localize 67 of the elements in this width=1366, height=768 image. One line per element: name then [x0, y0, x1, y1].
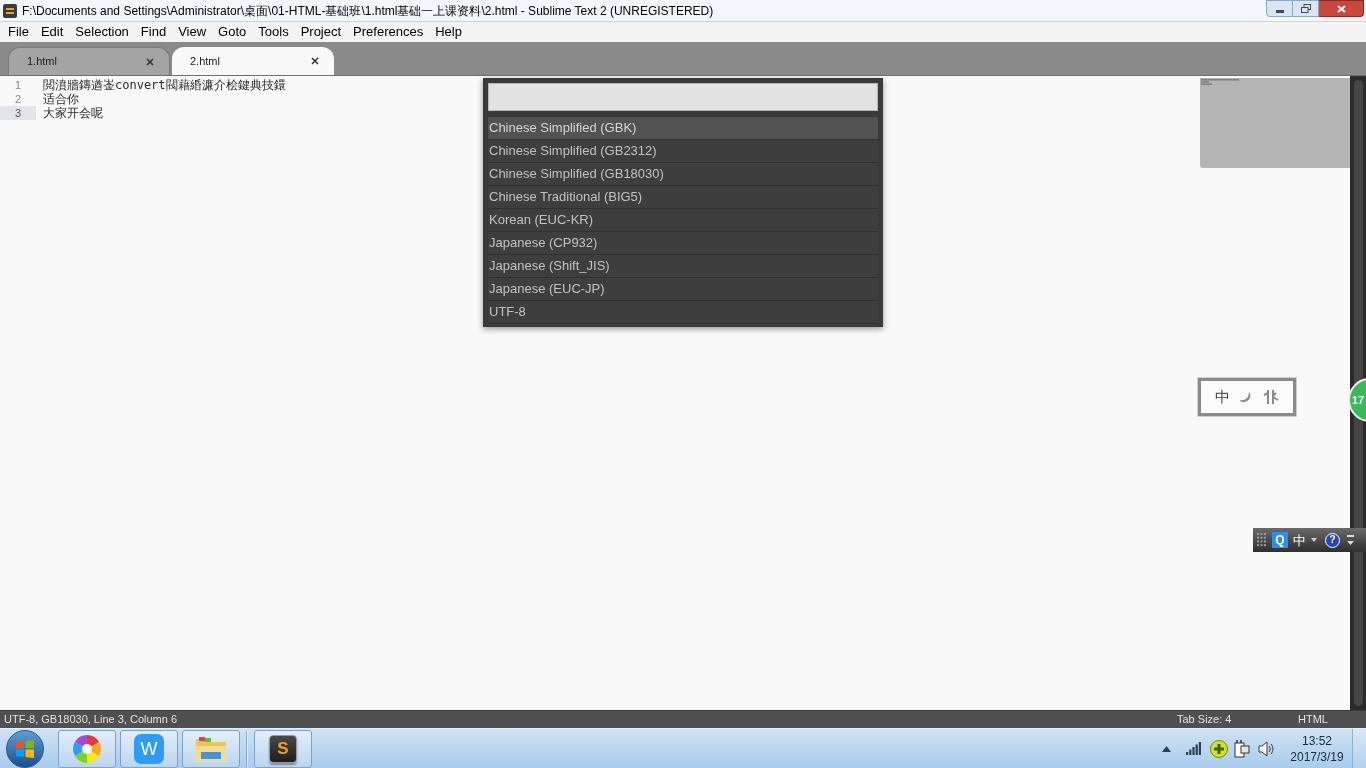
- flag-icon: [15, 739, 35, 758]
- line-number: 3: [0, 106, 36, 120]
- show-hidden-icons-icon[interactable]: [1162, 745, 1171, 752]
- menu-item[interactable]: Help: [429, 23, 468, 41]
- menu-item[interactable]: View: [172, 23, 213, 41]
- scrollbar-thumb[interactable]: [1353, 80, 1363, 706]
- file-tab[interactable]: 2.html: [172, 47, 334, 75]
- folder-icon: [195, 734, 227, 763]
- menu-item[interactable]: Goto: [212, 23, 253, 41]
- file-tab[interactable]: 1.html: [8, 47, 170, 75]
- close-tab-icon[interactable]: [146, 57, 154, 66]
- help-button[interactable]: ?: [1325, 532, 1340, 548]
- menu-item[interactable]: Find: [134, 23, 173, 41]
- clock[interactable]: 13:52 2017/3/19: [1288, 732, 1346, 765]
- line-number: 1: [13, 78, 22, 92]
- plus-circle-icon[interactable]: [1210, 739, 1228, 758]
- minimize-button[interactable]: [1266, 0, 1293, 17]
- menu-item[interactable]: Tools: [252, 23, 295, 41]
- menu-item[interactable]: Selection: [69, 23, 135, 41]
- code-line: 适合你: [42, 92, 79, 106]
- encoding-option[interactable]: Chinese Simplified (GB18030): [488, 163, 878, 186]
- sublime-app-icon: S: [269, 734, 297, 763]
- pinwheel-icon: [72, 733, 102, 764]
- encoding-option[interactable]: Chinese Simplified (GBK): [488, 117, 878, 140]
- ime-mode-label: 中: [1215, 386, 1230, 407]
- app-icon: [3, 3, 17, 18]
- close-icon: [1336, 4, 1346, 13]
- line-number: 2: [13, 92, 22, 106]
- code-line: 閲濆牆鏄遒崟convert閥藉緍濂介桧鍵典技鐶: [42, 78, 286, 92]
- speaker-icon[interactable]: [1258, 740, 1274, 757]
- encoding-option[interactable]: Japanese (CP932): [488, 232, 878, 255]
- crescent-icon: [1240, 391, 1253, 403]
- minimap-lines-icon: [1201, 79, 1239, 85]
- taskbar-app-button[interactable]: [182, 729, 240, 768]
- ime-logo[interactable]: Q: [1272, 532, 1288, 548]
- minimize-toolbar-icon[interactable]: [1347, 534, 1354, 546]
- ime-mode-button[interactable]: 中: [1293, 533, 1306, 547]
- encoding-search-field[interactable]: [488, 83, 878, 111]
- start-button[interactable]: [6, 729, 44, 768]
- encoding-option[interactable]: Korean (EUC-KR): [488, 209, 878, 232]
- signal-bars-icon[interactable]: [1186, 742, 1202, 755]
- code-line: 大家开会呢: [42, 106, 103, 120]
- window-title: F:\Documents and Settings\Administrator\桌面\01-HTML-基础班\1.html基础一上课资料\2.html - Sublime Text 2 (UNREGISTERED): [22, 2, 714, 20]
- menu-item[interactable]: File: [2, 23, 35, 41]
- maximize-button[interactable]: [1293, 0, 1319, 17]
- encoding-option[interactable]: UTF-8: [488, 301, 878, 324]
- menu-item[interactable]: Edit: [34, 23, 70, 41]
- syntax-status[interactable]: HTML: [1298, 711, 1366, 728]
- menu-item[interactable]: Project: [294, 23, 348, 41]
- wps-app-icon: W: [134, 733, 164, 764]
- grip-icon[interactable]: [1257, 533, 1267, 547]
- menu-item[interactable]: Preferences: [347, 23, 430, 41]
- tab-size-status[interactable]: Tab Size: 4: [1177, 711, 1298, 728]
- restore-icon: [1300, 4, 1311, 13]
- encoding-option[interactable]: Japanese (EUC-JP): [488, 278, 878, 301]
- encoding-option[interactable]: Chinese Simplified (GB2312): [488, 140, 878, 163]
- taskbar-app-button[interactable]: [58, 729, 116, 768]
- close-tab-icon[interactable]: [311, 57, 319, 65]
- caret-icon[interactable]: [1311, 538, 1317, 542]
- encoding-option[interactable]: Chinese Traditional (BIG5): [488, 186, 878, 209]
- minimize-icon: [1275, 9, 1284, 13]
- glyph-icon: [1263, 390, 1279, 404]
- close-button[interactable]: [1319, 0, 1364, 17]
- taskbar-app-button[interactable]: S: [254, 729, 312, 768]
- encoding-option[interactable]: Japanese (Shift_JIS): [488, 255, 878, 278]
- cursor-position-status: UTF-8, GB18030, Line 3, Column 6: [3, 712, 179, 728]
- power-plug-icon[interactable]: [1234, 739, 1250, 758]
